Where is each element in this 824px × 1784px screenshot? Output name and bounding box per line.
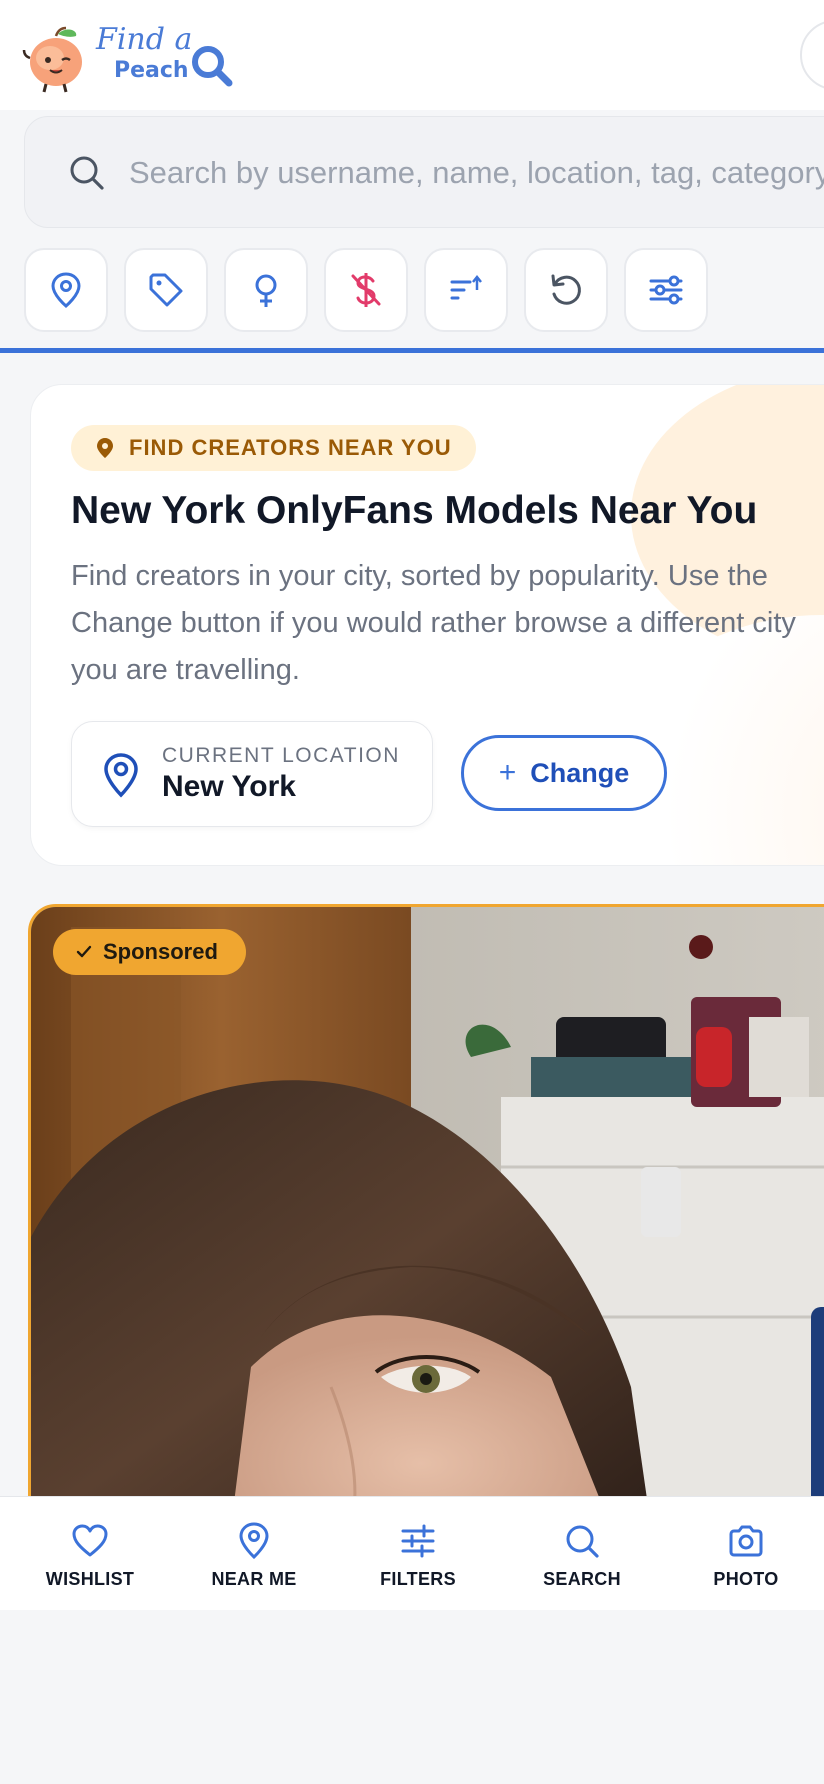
nav-search[interactable]: SEARCH	[500, 1497, 664, 1611]
description-line: Find creators in your city, sorted by po…	[71, 560, 768, 592]
current-location-box: CURRENT LOCATION New York	[71, 721, 433, 827]
logo-text-find: Find a	[96, 22, 193, 57]
nav-wishlist[interactable]: WISHLIST	[8, 1497, 172, 1611]
sort-icon	[450, 274, 482, 300]
no-dollar-icon	[351, 273, 381, 307]
sort-button[interactable]	[424, 248, 508, 332]
page-title: New York OnlyFans Models Near You	[71, 489, 758, 532]
logo-text-peach: Peach	[114, 58, 189, 83]
heart-icon	[72, 1524, 108, 1557]
checkmark-icon	[76, 945, 92, 958]
reset-icon	[551, 274, 581, 305]
change-location-label: Change	[530, 757, 630, 788]
app-header: Find a Peach	[0, 0, 824, 110]
nav-wishlist-label: WISHLIST	[45, 1569, 135, 1589]
tag-filter-button[interactable]	[124, 248, 208, 332]
bottom-navigation: WISHLIST NEAR ME FILTERS SEARCH PHOTO	[0, 1496, 824, 1610]
camera-icon	[729, 1525, 763, 1557]
header-divider	[0, 348, 824, 353]
profile-photo	[31, 907, 824, 1521]
near-you-description: Find creators in your city, sorted by po…	[71, 553, 824, 694]
location-pin-icon	[97, 438, 113, 458]
location-pin-icon	[239, 1522, 269, 1560]
near-you-card: FIND CREATORS NEAR YOU New York OnlyFans…	[30, 384, 824, 866]
location-pin-icon	[104, 753, 138, 798]
search-bar[interactable]	[24, 116, 824, 228]
plus-icon: +	[498, 756, 517, 789]
near-you-badge-label: FIND CREATORS NEAR YOU	[129, 435, 452, 460]
change-location-button[interactable]: + Change	[461, 735, 667, 811]
nav-near-me-label: NEAR ME	[211, 1569, 297, 1589]
nav-near-me[interactable]: NEAR ME	[172, 1497, 336, 1611]
near-you-badge: FIND CREATORS NEAR YOU	[71, 425, 476, 471]
page: Find a Peach Search by username, name, l…	[0, 0, 824, 1784]
sponsored-profile-card[interactable]: Sponsored	[28, 904, 824, 1524]
nav-filters-label: FILTERS	[380, 1569, 456, 1589]
current-location-value: New York	[162, 770, 296, 803]
nav-photo[interactable]: PHOTO	[664, 1497, 824, 1611]
location-filter-button[interactable]	[24, 248, 108, 332]
sponsored-badge: Sponsored	[53, 929, 246, 975]
sliders-icon	[649, 275, 683, 305]
gender-filter-button[interactable]	[224, 248, 308, 332]
nav-search-label: SEARCH	[543, 1569, 621, 1589]
search-icon	[566, 1525, 599, 1558]
logo[interactable]: Find a Peach	[22, 18, 242, 94]
location-pin-icon	[51, 272, 81, 308]
description-line: you are travelling.	[71, 654, 300, 686]
search-input[interactable]	[129, 145, 824, 201]
tag-icon	[149, 273, 183, 307]
page-background	[0, 1610, 824, 1784]
reset-filters-button[interactable]	[524, 248, 608, 332]
sliders-icon	[401, 1524, 435, 1558]
account-button[interactable]	[800, 20, 824, 90]
description-line: Change button if you would rather browse…	[71, 607, 796, 639]
nav-filters[interactable]: FILTERS	[336, 1497, 500, 1611]
advanced-filters-button[interactable]	[624, 248, 708, 332]
price-filter-button[interactable]	[324, 248, 408, 332]
logo-magnifier-icon	[192, 46, 233, 87]
female-gender-icon	[255, 274, 277, 307]
search-icon	[70, 156, 104, 190]
peach-mascot-icon	[22, 26, 82, 93]
nav-photo-label: PHOTO	[713, 1569, 779, 1589]
current-location-label: CURRENT LOCATION	[162, 744, 400, 767]
sponsored-badge-label: Sponsored	[103, 939, 218, 964]
